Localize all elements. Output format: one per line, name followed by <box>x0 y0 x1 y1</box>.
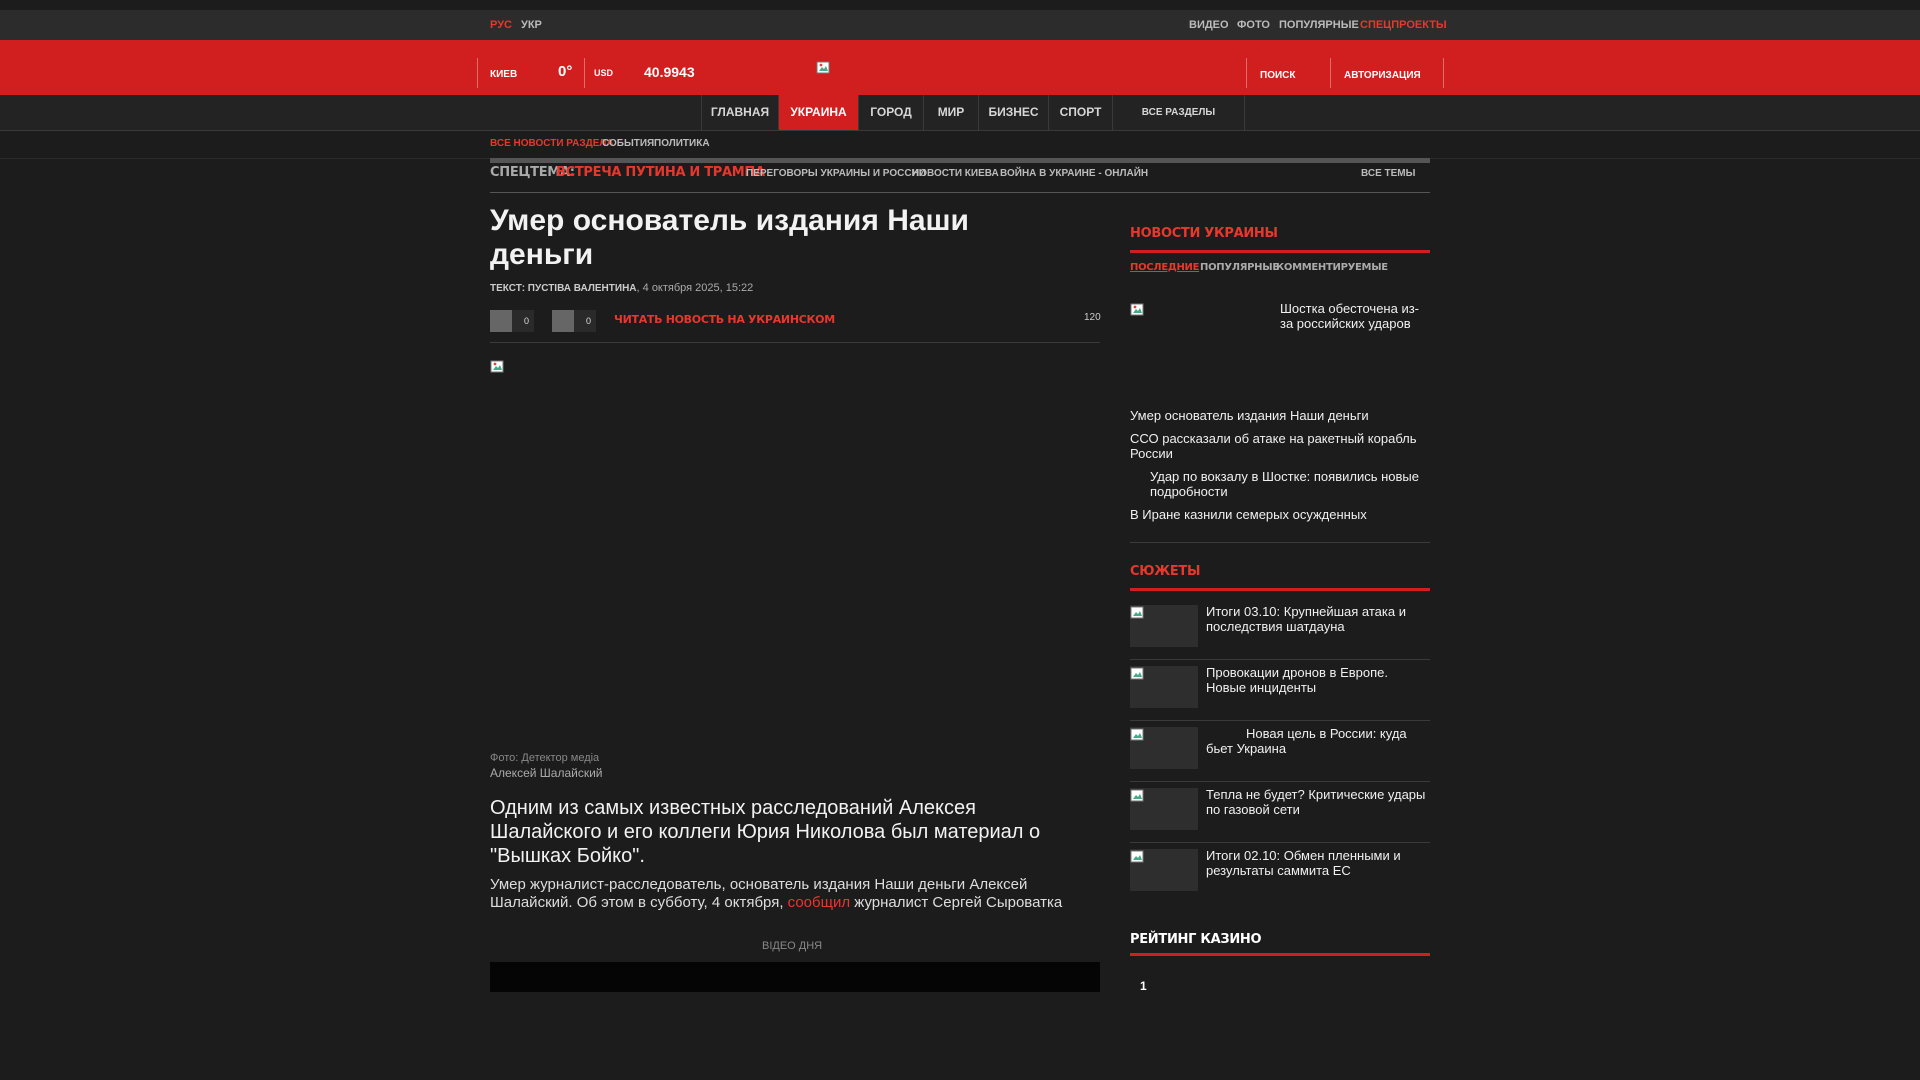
main-nav: ГЛАВНАЯ УКРАИНА ГОРОД МИР БИЗНЕС СПОРТ В… <box>0 95 1920 131</box>
video-link[interactable]: ВИДЕО <box>1189 19 1229 31</box>
spectema-link-kyiv[interactable]: НОВОСТИ КИЕВА <box>912 168 999 179</box>
story-item[interactable]: Итоги 03.10: Крупнейшая атака и последст… <box>1130 599 1430 660</box>
site-header: КИЕВ 0° USD 40.9943 ПОИСК АВТОРИЗАЦИЯ <box>0 40 1920 95</box>
broken-image-icon <box>1130 303 1144 316</box>
telegram-share-icon[interactable] <box>552 310 574 332</box>
photo-link[interactable]: ФОТО <box>1237 19 1270 31</box>
story-title: Итоги 03.10: Крупнейшая атака и последст… <box>1206 604 1406 634</box>
header-divider <box>477 58 478 88</box>
sidebar-stories-title: СЮЖЕТЫ <box>1130 564 1201 579</box>
story-title: Новая цель в России: куда бьет Украина <box>1206 726 1407 756</box>
article-meta: ТЕКСТ: ПУСТІВА ВАЛЕНТИНА, 4 октября 2025… <box>490 282 753 294</box>
auth-button[interactable]: АВТОРИЗАЦИЯ <box>1344 70 1421 81</box>
story-title: Тепла не будет? Критические удары по газ… <box>1206 787 1426 817</box>
story-item[interactable]: Провокации дронов в Европе. Новые инциде… <box>1130 660 1430 721</box>
news-item[interactable]: В Иране казнили семерых осужденных <box>1130 507 1430 522</box>
sidebar-news-underline <box>1130 250 1430 253</box>
header-divider <box>1330 58 1331 88</box>
broken-image-icon <box>1130 728 1144 741</box>
article-date: 4 октября 2025, 15:22 <box>642 282 754 294</box>
sidebar-casino-underline <box>1130 953 1430 956</box>
broken-image-icon <box>1130 850 1144 863</box>
read-ukrainian-link[interactable]: ЧИТАТЬ НОВОСТЬ НА УКРАИНСКОМ <box>614 313 835 326</box>
spectema-topic-link[interactable]: ВСТРЕЧА ПУТИНА И ТРАМПА <box>556 165 765 180</box>
share-count-box <box>574 310 596 332</box>
body-text: журналист Сергей Сыроватка <box>854 894 1063 911</box>
subnav-events[interactable]: СОБЫТИЯ <box>602 138 654 149</box>
nav-item-city[interactable]: ГОРОД <box>858 95 923 130</box>
sidebar-news-title: НОВОСТИ УКРАИНЫ <box>1130 226 1278 241</box>
subnav-all-news[interactable]: ВСЕ НОВОСТИ РАЗДЕЛА <box>490 138 614 149</box>
share-count-box <box>512 310 534 332</box>
article-title: Умер основатель издания Наши деньги <box>490 204 969 271</box>
broken-image-icon <box>1130 606 1144 619</box>
lang-ru-link[interactable]: РУС <box>490 19 512 31</box>
photo-caption: Алексей Шалайский <box>490 766 603 780</box>
story-title: Итоги 02.10: Обмен пленными и результаты… <box>1206 848 1401 878</box>
spectema-all-topics[interactable]: ВСЕ ТЕМЫ <box>1361 168 1415 179</box>
broken-image-icon <box>1130 667 1144 680</box>
top-strip <box>0 0 1920 10</box>
meta-divider <box>490 342 1100 343</box>
popular-link[interactable]: ПОПУЛЯРНЫЕ <box>1279 19 1359 31</box>
video-of-day-label: ВІДЕО ДНЯ <box>762 940 823 952</box>
nav-item-business[interactable]: БИЗНЕС <box>978 95 1048 130</box>
tab-latest[interactable]: ПОСЛЕДНИЕ <box>1130 262 1199 273</box>
subnav-politics[interactable]: ПОЛИТИКА <box>654 138 710 149</box>
tab-popular[interactable]: ПОПУЛЯРНЫЕ <box>1200 262 1279 273</box>
story-item[interactable]: Итоги 02.10: Обмен пленными и результаты… <box>1130 843 1430 904</box>
specprojects-link[interactable]: СПЕЦПРОЕКТЫ <box>1360 19 1447 31</box>
broken-image-icon <box>490 360 504 373</box>
currency-label: USD <box>594 68 614 78</box>
story-item[interactable]: Новая цель в России: куда бьет Украина <box>1130 721 1430 782</box>
search-button[interactable]: ПОИСК <box>1260 70 1295 81</box>
spectema-link-talks[interactable]: ПЕРЕГОВОРЫ УКРАИНЫ И РОССИИ <box>746 168 926 179</box>
lang-uk-link[interactable]: УКР <box>521 19 542 31</box>
header-divider <box>584 58 585 88</box>
source-link[interactable]: сообщил <box>788 894 850 911</box>
tab-commented[interactable]: КОММЕНТИРУЕМЫЕ <box>1276 262 1388 273</box>
header-divider <box>1443 58 1444 88</box>
weather-temp: 0° <box>558 63 573 80</box>
casino-rank: 1 <box>1140 979 1147 993</box>
nav-item-sport[interactable]: СПОРТ <box>1048 95 1112 130</box>
share-count-2: 0 <box>586 316 592 326</box>
broken-image-icon <box>1130 789 1144 802</box>
facebook-share-icon[interactable] <box>490 310 512 332</box>
news-item[interactable]: ССО рассказали об атаке на ракетный кора… <box>1130 431 1430 461</box>
logo-icon[interactable] <box>816 60 832 76</box>
nav-all-sections[interactable]: ВСЕ РАЗДЕЛЫ <box>1112 95 1245 130</box>
featured-news-link[interactable]: Шостка обесточена из-за российских ударо… <box>1280 301 1430 331</box>
header-divider <box>1246 58 1247 88</box>
story-item[interactable]: Тепла не будет? Критические удары по газ… <box>1130 782 1430 843</box>
sidebar-divider <box>1130 542 1430 543</box>
nav-item-ukraine[interactable]: УКРАИНА <box>778 95 858 130</box>
article-lead: Одним из самых известных расследований А… <box>490 797 1041 867</box>
sidebar-casino-title: РЕЙТИНГ КАЗИНО <box>1130 932 1262 947</box>
spectema-link-war[interactable]: ВОЙНА В УКРАИНЕ - ОНЛАЙН <box>1000 168 1148 179</box>
news-item[interactable]: Умер основатель издания Наши деньги <box>1130 408 1430 423</box>
video-player[interactable] <box>490 962 1100 992</box>
nav-item-main[interactable]: ГЛАВНАЯ <box>701 95 778 130</box>
sidebar-stories-underline <box>1130 588 1430 591</box>
top-utility-bar: РУС УКР ВИДЕО ФОТО ПОПУЛЯРНЫЕ СПЕЦПРОЕКТ… <box>0 10 1920 40</box>
news-item[interactable]: Удар по вокзалу в Шостке: появились новы… <box>1130 469 1430 499</box>
nav-item-world[interactable]: МИР <box>923 95 978 130</box>
currency-rate: 40.9943 <box>644 64 695 80</box>
story-title: Провокации дронов в Европе. Новые инциде… <box>1206 665 1388 695</box>
weather-city: КИЕВ <box>490 69 518 80</box>
views-count: 120 <box>1084 312 1101 323</box>
share-count-1: 0 <box>524 316 530 326</box>
article-body: Умер журналист-расследователь, основател… <box>490 876 1090 912</box>
photo-credit: Фото: Детектор медіа <box>490 752 600 764</box>
article-author: ТЕКСТ: ПУСТІВА ВАЛЕНТИНА <box>490 283 637 294</box>
